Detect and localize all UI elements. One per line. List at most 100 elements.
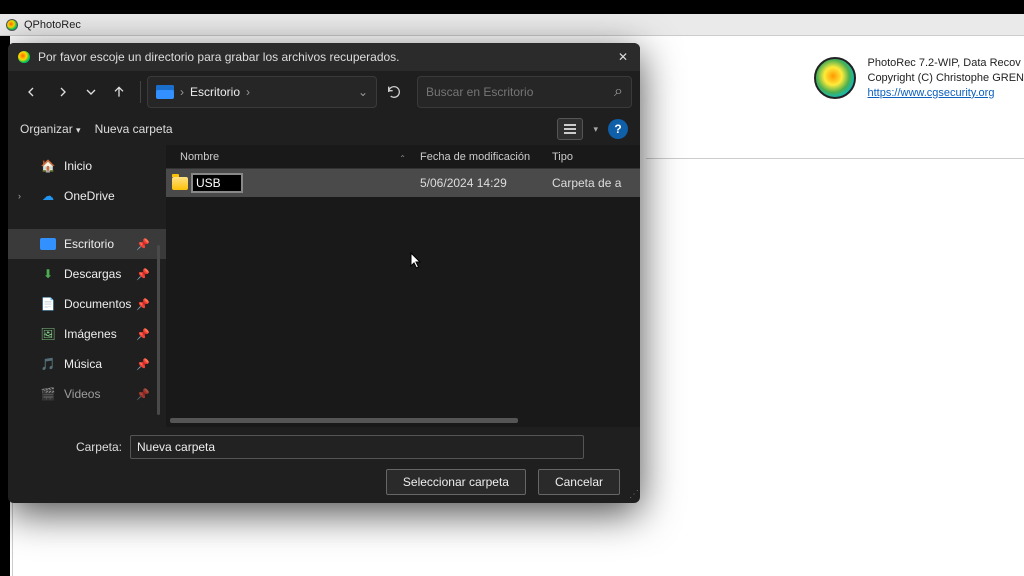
pin-icon[interactable]: 📌 bbox=[136, 298, 150, 311]
nav-downloads-label: Descargas bbox=[64, 267, 121, 281]
file-list[interactable]: Nombre ⌃ Fecha de modificación Tipo 5/06… bbox=[166, 145, 640, 427]
crumb-sep2-icon: › bbox=[246, 85, 250, 99]
chevron-down-icon bbox=[83, 84, 99, 100]
nav-pane[interactable]: 🏠 Inicio › ☁ OneDrive Escritorio 📌 ⬇ Des… bbox=[8, 145, 166, 427]
desktop-icon bbox=[40, 238, 56, 250]
crumb-segment[interactable]: Escritorio bbox=[190, 85, 240, 99]
list-h-scrollbar[interactable] bbox=[170, 418, 518, 423]
search-icon: ⌕ bbox=[614, 83, 623, 101]
sort-asc-icon: ⌃ bbox=[399, 154, 406, 163]
nav-music[interactable]: 🎵 Música 📌 bbox=[8, 349, 166, 379]
pin-icon[interactable]: 📌 bbox=[136, 238, 150, 251]
up-button[interactable] bbox=[104, 77, 134, 107]
dialog-titlebar[interactable]: Por favor escoje un directorio para grab… bbox=[8, 43, 640, 71]
app-info-line1: PhotoRec 7.2-WIP, Data Recov bbox=[868, 56, 1024, 71]
nav-music-label: Música bbox=[64, 357, 102, 371]
breadcrumb[interactable]: › Escritorio › ⌄ bbox=[147, 76, 377, 108]
col-type[interactable]: Tipo bbox=[550, 151, 640, 163]
nav-scrollbar[interactable] bbox=[157, 245, 160, 415]
download-icon: ⬇ bbox=[40, 266, 56, 282]
folder-picker-dialog: Por favor escoje un directorio para grab… bbox=[8, 43, 640, 503]
app-title: QPhotoRec bbox=[24, 19, 81, 31]
cancel-button[interactable]: Cancelar bbox=[538, 469, 620, 495]
recent-dropdown-button[interactable] bbox=[80, 77, 102, 107]
photorec-logo-icon bbox=[814, 57, 856, 99]
video-icon: 🎬 bbox=[40, 386, 56, 402]
close-icon: ✕ bbox=[618, 50, 628, 64]
refresh-button[interactable] bbox=[379, 77, 409, 107]
arrow-up-icon bbox=[111, 84, 127, 100]
nav-home-label: Inicio bbox=[64, 159, 92, 173]
nav-images-label: Imágenes bbox=[64, 327, 117, 341]
nav-toolbar: › Escritorio › ⌄ ⌕ bbox=[8, 71, 640, 113]
col-name-label: Nombre bbox=[180, 151, 219, 163]
dialog-footer: Carpeta: Seleccionar carpeta Cancelar ⋰ bbox=[8, 427, 640, 503]
app-titlebar: QPhotoRec bbox=[0, 14, 1024, 36]
table-row[interactable]: 5/06/2024 14:29 Carpeta de a bbox=[166, 169, 640, 197]
new-folder-button[interactable]: Nueva carpeta bbox=[95, 122, 173, 136]
crumb-dropdown-icon[interactable]: ⌄ bbox=[358, 85, 368, 99]
app-info-link[interactable]: https://www.cgsecurity.org bbox=[868, 87, 995, 99]
organize-label: Organizar bbox=[20, 122, 73, 136]
nav-videos[interactable]: 🎬 Videos 📌 bbox=[8, 379, 166, 409]
nav-onedrive-label: OneDrive bbox=[64, 189, 115, 203]
folder-name-input[interactable] bbox=[130, 435, 584, 459]
list-view-icon bbox=[564, 128, 576, 130]
nav-desktop[interactable]: Escritorio 📌 bbox=[8, 229, 166, 259]
toolbar-separator bbox=[140, 81, 141, 103]
folder-rename-input[interactable] bbox=[192, 174, 242, 192]
app-info-line2: Copyright (C) Christophe GREN bbox=[868, 71, 1024, 86]
nav-videos-label: Videos bbox=[64, 387, 100, 401]
document-icon: 📄 bbox=[40, 296, 56, 312]
nav-onedrive[interactable]: › ☁ OneDrive bbox=[8, 181, 166, 211]
app-info-panel: PhotoRec 7.2-WIP, Data Recov Copyright (… bbox=[814, 56, 1024, 101]
command-bar: Organizar ▾ Nueva carpeta ▾ ? bbox=[8, 113, 640, 145]
view-dropdown-icon[interactable]: ▾ bbox=[593, 124, 598, 135]
app-separator bbox=[646, 158, 1024, 159]
organize-caret-icon: ▾ bbox=[76, 125, 81, 135]
cloud-icon: ☁ bbox=[40, 188, 56, 204]
search-box[interactable]: ⌕ bbox=[417, 76, 632, 108]
pin-icon[interactable]: 📌 bbox=[136, 268, 150, 281]
help-button[interactable]: ? bbox=[608, 119, 628, 139]
arrow-right-icon bbox=[55, 84, 71, 100]
home-icon: 🏠 bbox=[40, 158, 56, 174]
dialog-main: 🏠 Inicio › ☁ OneDrive Escritorio 📌 ⬇ Des… bbox=[8, 145, 640, 427]
help-icon: ? bbox=[614, 122, 621, 136]
row-type-cell: Carpeta de a bbox=[550, 176, 640, 190]
image-icon: 🖼 bbox=[40, 326, 56, 342]
refresh-icon bbox=[386, 84, 402, 100]
window-top-border bbox=[0, 0, 1024, 14]
pin-icon[interactable]: 📌 bbox=[136, 358, 150, 371]
select-folder-button[interactable]: Seleccionar carpeta bbox=[386, 469, 526, 495]
back-button[interactable] bbox=[16, 77, 46, 107]
dialog-title: Por favor escoje un directorio para grab… bbox=[38, 50, 400, 64]
forward-button[interactable] bbox=[48, 77, 78, 107]
folder-icon bbox=[172, 177, 188, 190]
nav-downloads[interactable]: ⬇ Descargas 📌 bbox=[8, 259, 166, 289]
dialog-app-icon bbox=[18, 51, 30, 63]
pin-icon[interactable]: 📌 bbox=[136, 388, 150, 401]
music-icon: 🎵 bbox=[40, 356, 56, 372]
expand-icon[interactable]: › bbox=[18, 191, 21, 201]
search-input[interactable] bbox=[426, 85, 614, 99]
column-headers[interactable]: Nombre ⌃ Fecha de modificación Tipo bbox=[166, 145, 640, 169]
arrow-left-icon bbox=[23, 84, 39, 100]
row-name-cell[interactable] bbox=[166, 174, 414, 192]
nav-home[interactable]: 🏠 Inicio bbox=[8, 151, 166, 181]
app-info-text: PhotoRec 7.2-WIP, Data Recov Copyright (… bbox=[868, 56, 1024, 101]
nav-gap bbox=[8, 211, 166, 229]
nav-images[interactable]: 🖼 Imágenes 📌 bbox=[8, 319, 166, 349]
app-icon bbox=[6, 19, 18, 31]
col-date[interactable]: Fecha de modificación bbox=[414, 151, 550, 163]
pin-icon[interactable]: 📌 bbox=[136, 328, 150, 341]
row-date-cell: 5/06/2024 14:29 bbox=[414, 176, 550, 190]
resize-grip-icon[interactable]: ⋰ bbox=[629, 489, 637, 500]
organize-menu[interactable]: Organizar ▾ bbox=[20, 122, 81, 136]
nav-documents[interactable]: 📄 Documentos 📌 bbox=[8, 289, 166, 319]
close-button[interactable]: ✕ bbox=[612, 46, 634, 68]
view-mode-button[interactable] bbox=[557, 118, 583, 140]
desktop-folder-icon bbox=[156, 85, 174, 99]
nav-desktop-label: Escritorio bbox=[64, 237, 114, 251]
col-name[interactable]: Nombre ⌃ bbox=[166, 151, 414, 163]
